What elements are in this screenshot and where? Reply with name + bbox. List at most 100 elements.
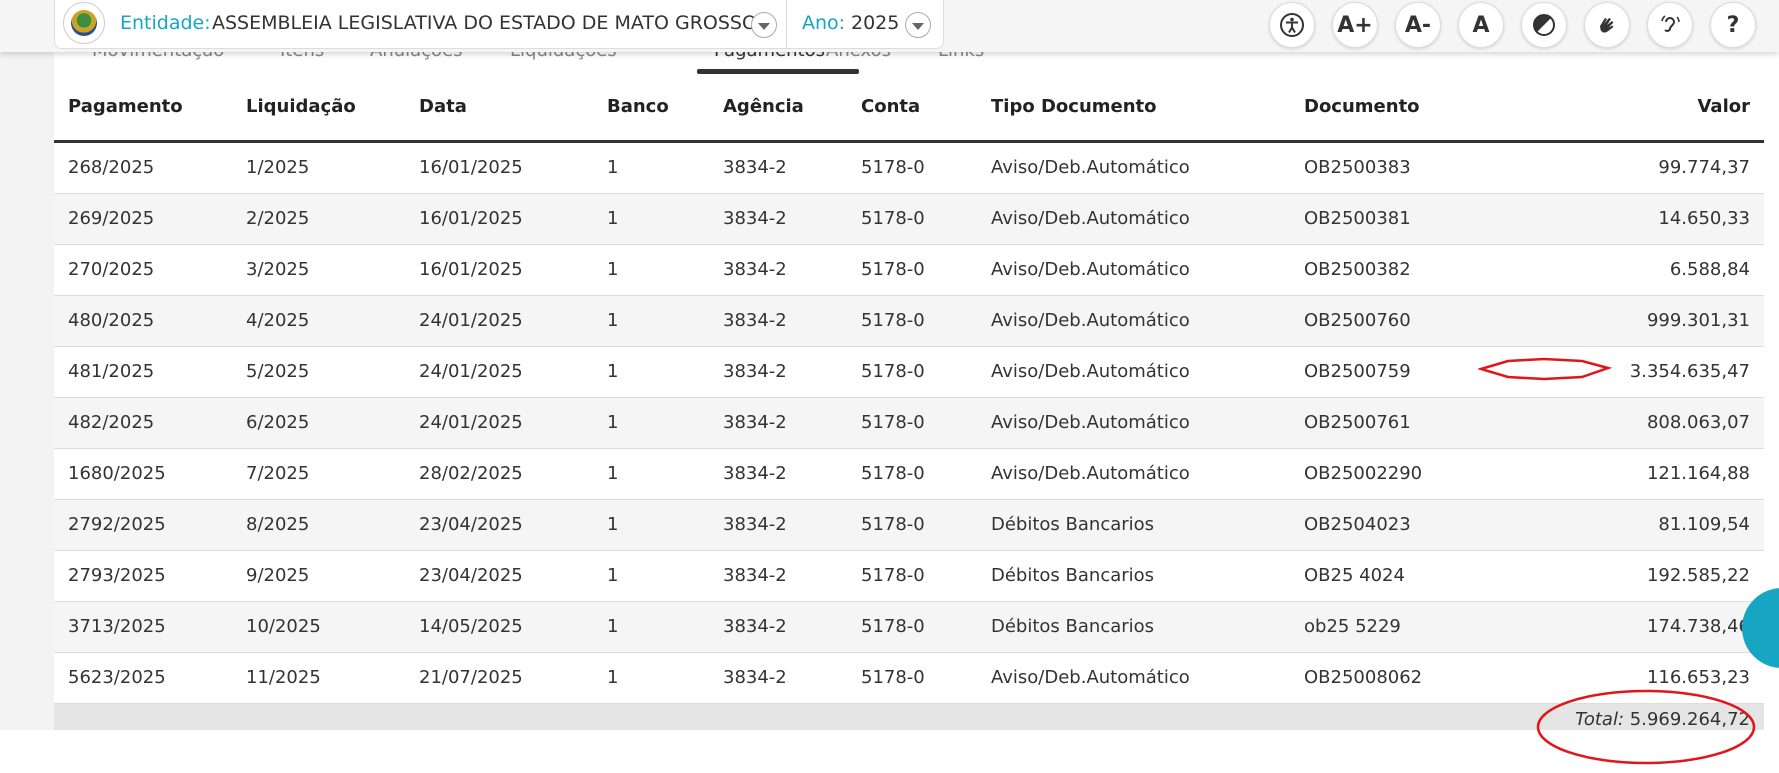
cell-tipo-documento: Aviso/Deb.Automático [991,310,1190,331]
font-decrease-button[interactable]: A- [1395,2,1441,48]
table-row[interactable]: 481/2025 5/2025 24/01/2025 1 3834-2 5178-0 Avi… [54,347,1764,398]
hearing-icon[interactable] [1647,2,1693,48]
entity-dropdown-icon[interactable] [751,12,777,38]
cell-documento: ob25 5229 [1304,616,1401,637]
cell-tipo-documento: Débitos Bancarios [991,616,1155,637]
cell-valor: 14.650,33 [1658,208,1750,229]
cell-liquidacao: 11/2025 [246,667,321,688]
page-bottom [0,730,1779,773]
cell-documento: OB25008062 [1304,667,1423,688]
col-documento[interactable]: Documento [1304,96,1420,117]
cell-tipo-documento: Aviso/Deb.Automático [991,463,1190,484]
cell-documento: OB2500382 [1304,259,1411,280]
col-agencia[interactable]: Agência [723,96,804,117]
cell-conta: 5178-0 [861,208,925,229]
cell-valor: 6.588,84 [1669,259,1750,280]
cell-pagamento: 2792/2025 [68,514,166,535]
cell-pagamento: 268/2025 [68,157,155,178]
cell-data: 23/04/2025 [419,514,523,535]
cell-liquidacao: 5/2025 [246,361,310,382]
help-button[interactable]: ? [1710,2,1756,48]
cell-banco: 1 [607,208,619,229]
col-banco[interactable]: Banco [607,96,669,117]
cell-valor: 808.063,07 [1646,412,1750,433]
year-label: Ano: [802,12,846,34]
cell-valor: 121.164,88 [1646,463,1750,484]
cell-banco: 1 [607,514,619,535]
cell-conta: 5178-0 [861,463,925,484]
cell-conta: 5178-0 [861,616,925,637]
table-row[interactable]: 480/2025 4/2025 24/01/2025 1 3834-2 5178-0 Avi… [54,296,1764,347]
cell-pagamento: 3713/2025 [68,616,166,637]
entity-value[interactable]: ASSEMBLEIA LEGISLATIVA DO ESTADO DE MATO… [212,12,757,34]
cell-conta: 5178-0 [861,310,925,331]
cell-valor: 81.109,54 [1658,514,1750,535]
col-tipo-documento[interactable]: Tipo Documento [991,96,1157,117]
col-conta[interactable]: Conta [861,96,920,117]
contrast-icon[interactable] [1521,2,1567,48]
table-row[interactable]: 5623/2025 11/2025 21/07/2025 1 3834-2 5178-0 A… [54,653,1764,704]
cell-banco: 1 [607,565,619,586]
col-liquidacao[interactable]: Liquidação [246,96,356,117]
cell-tipo-documento: Aviso/Deb.Automático [991,208,1190,229]
font-increase-button[interactable]: A+ [1332,2,1378,48]
cell-tipo-documento: Aviso/Deb.Automático [991,361,1190,382]
cell-banco: 1 [607,667,619,688]
cell-liquidacao: 10/2025 [246,616,321,637]
col-pagamento[interactable]: Pagamento [68,96,183,117]
cell-documento: OB25 4024 [1304,565,1405,586]
cell-agencia: 3834-2 [723,208,787,229]
sign-language-icon[interactable] [1584,2,1630,48]
entity-label: Entidade: [120,12,211,34]
left-gutter [0,0,54,730]
cell-liquidacao: 4/2025 [246,310,310,331]
year-value[interactable]: 2025 [851,12,899,34]
col-valor[interactable]: Valor [1697,96,1750,117]
table-row[interactable]: 3713/2025 10/2025 14/05/2025 1 3834-2 5178-0 D… [54,602,1764,653]
cell-conta: 5178-0 [861,565,925,586]
table-header: Pagamento Liquidação Data Banco Agência … [54,74,1764,143]
table-row[interactable]: 268/2025 1/2025 16/01/2025 1 3834-2 5178-0 Avi… [54,143,1764,194]
cell-agencia: 3834-2 [723,157,787,178]
cell-data: 16/01/2025 [419,157,523,178]
total-label: Total: [1575,709,1625,730]
table-row[interactable]: 2792/2025 8/2025 23/04/2025 1 3834-2 5178-0 Dé… [54,500,1764,551]
cell-conta: 5178-0 [861,514,925,535]
cell-documento: OB2500381 [1304,208,1411,229]
table-row[interactable]: 1680/2025 7/2025 28/02/2025 1 3834-2 5178-0 Av… [54,449,1764,500]
cell-pagamento: 480/2025 [68,310,155,331]
cell-tipo-documento: Aviso/Deb.Automático [991,667,1190,688]
cell-documento: OB2500760 [1304,310,1411,331]
accessibility-icon[interactable] [1269,2,1315,48]
cell-agencia: 3834-2 [723,463,787,484]
cell-data: 24/01/2025 [419,412,523,433]
cell-tipo-documento: Aviso/Deb.Automático [991,157,1190,178]
cell-documento: OB2504023 [1304,514,1411,535]
year-dropdown-icon[interactable] [905,12,931,38]
cell-liquidacao: 8/2025 [246,514,310,535]
cell-conta: 5178-0 [861,259,925,280]
cell-data: 16/01/2025 [419,259,523,280]
total-value: 5.969.264,72 [1629,709,1750,730]
cell-liquidacao: 1/2025 [246,157,310,178]
cell-data: 14/05/2025 [419,616,523,637]
cell-pagamento: 2793/2025 [68,565,166,586]
cell-documento: OB2500383 [1304,157,1411,178]
cell-tipo-documento: Aviso/Deb.Automático [991,412,1190,433]
table-row[interactable]: 482/2025 6/2025 24/01/2025 1 3834-2 5178-0 Avi… [54,398,1764,449]
cell-tipo-documento: Aviso/Deb.Automático [991,259,1190,280]
cell-data: 24/01/2025 [419,310,523,331]
cell-pagamento: 482/2025 [68,412,155,433]
cell-documento: OB2500759 [1304,361,1411,382]
entity-year-selector: Entidade: ASSEMBLEIA LEGISLATIVA DO ESTA… [54,0,944,49]
table-row[interactable]: 270/2025 3/2025 16/01/2025 1 3834-2 5178-0 Avi… [54,245,1764,296]
cell-liquidacao: 6/2025 [246,412,310,433]
cell-tipo-documento: Débitos Bancarios [991,514,1155,535]
payments-table: Pagamento Liquidação Data Banco Agência … [54,74,1764,735]
table-row[interactable]: 2793/2025 9/2025 23/04/2025 1 3834-2 5178-0 Dé… [54,551,1764,602]
col-data[interactable]: Data [419,96,467,117]
table-row[interactable]: 269/2025 2/2025 16/01/2025 1 3834-2 5178-0 Avi… [54,194,1764,245]
cell-agencia: 3834-2 [723,361,787,382]
cell-agencia: 3834-2 [723,259,787,280]
font-reset-button[interactable]: A [1458,2,1504,48]
